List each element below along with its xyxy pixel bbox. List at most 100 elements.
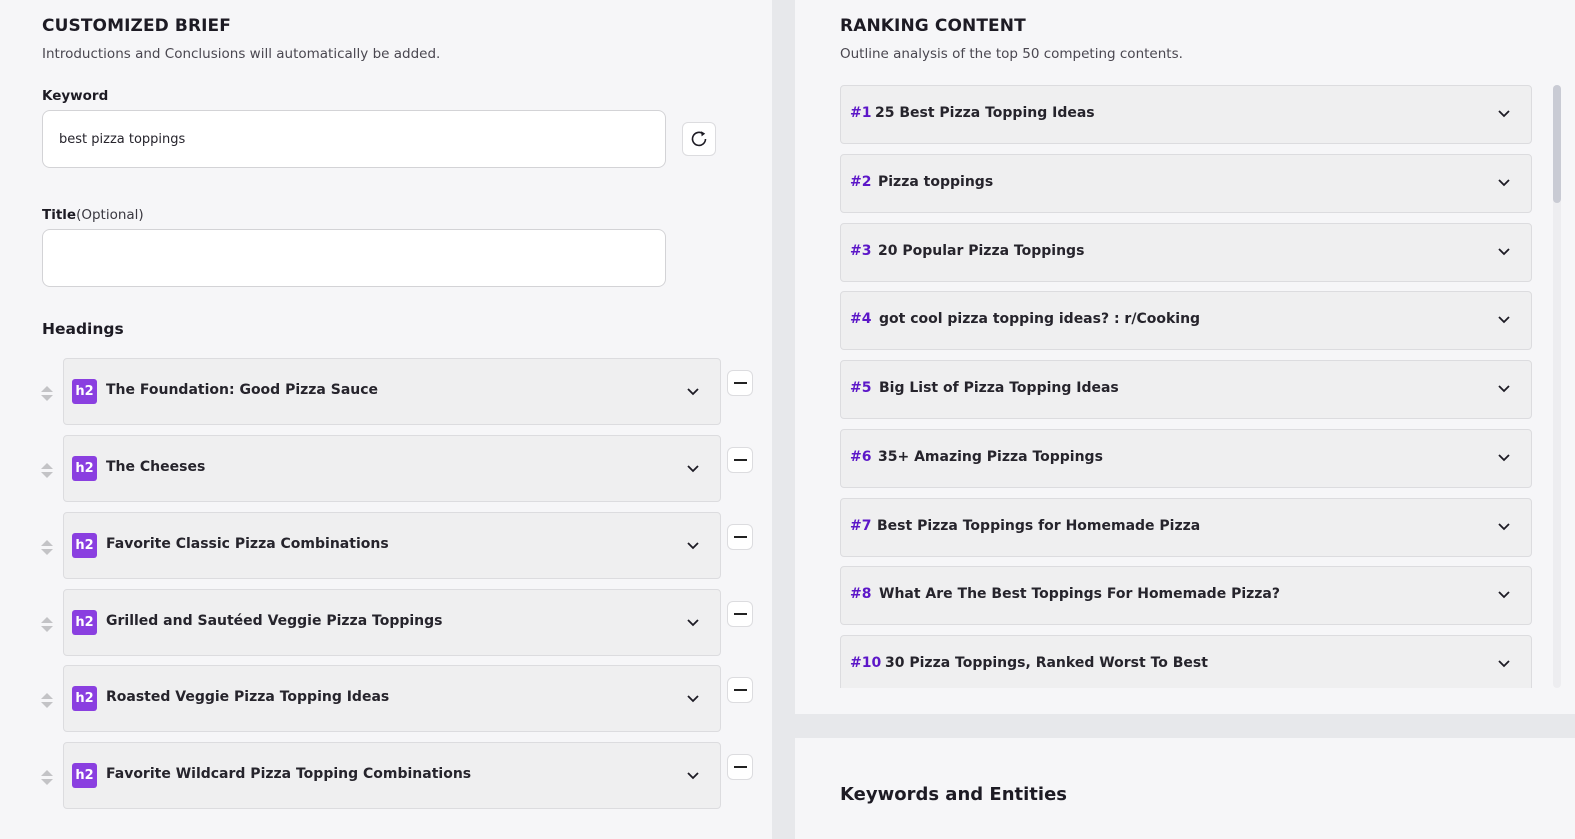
ranking-item[interactable]: #8 What Are The Best Toppings For Homema…	[840, 566, 1532, 625]
chevron-down-icon[interactable]	[686, 541, 700, 551]
remove-heading-button[interactable]	[727, 447, 753, 473]
heading-row: h2 Favorite Classic Pizza Combinations	[0, 512, 772, 579]
title-input[interactable]	[42, 229, 666, 287]
heading-card[interactable]: h2 Roasted Veggie Pizza Topping Ideas	[63, 665, 721, 732]
card-gap	[795, 714, 1575, 738]
rank-title: Best Pizza Toppings for Homemade Pizza	[877, 518, 1201, 534]
refresh-keyword-button[interactable]	[682, 122, 716, 156]
heading-card[interactable]: h2 Grilled and Sautéed Veggie Pizza Topp…	[63, 589, 721, 656]
rank-number: #3	[850, 243, 872, 259]
keywords-entities-title: Keywords and Entities	[840, 784, 1068, 805]
drag-handle-icon[interactable]	[40, 386, 54, 404]
chevron-down-icon[interactable]	[686, 618, 700, 628]
drag-handle-icon[interactable]	[40, 617, 54, 635]
remove-heading-button[interactable]	[727, 524, 753, 550]
heading-row: h2 Roasted Veggie Pizza Topping Ideas	[0, 665, 772, 732]
keyword-input[interactable]	[42, 110, 666, 168]
brief-subtitle: Introductions and Conclusions will autom…	[42, 46, 441, 62]
rank-title: What Are The Best Toppings For Homemade …	[879, 586, 1280, 602]
chevron-down-icon[interactable]	[1497, 659, 1511, 669]
ranking-item[interactable]: #1 25 Best Pizza Topping Ideas	[840, 85, 1532, 144]
chevron-down-icon[interactable]	[1497, 522, 1511, 532]
minus-icon	[733, 766, 747, 768]
rank-title: 30 Pizza Toppings, Ranked Worst To Best	[885, 655, 1208, 671]
drag-handle-icon[interactable]	[40, 770, 54, 788]
heading-row: h2 Grilled and Sautéed Veggie Pizza Topp…	[0, 589, 772, 656]
minus-icon	[733, 536, 747, 538]
chevron-down-icon[interactable]	[1497, 109, 1511, 119]
rank-title: 20 Popular Pizza Toppings	[878, 243, 1085, 259]
ranking-item[interactable]: #5 Big List of Pizza Topping Ideas	[840, 360, 1532, 419]
ranking-item[interactable]: #6 35+ Amazing Pizza Toppings	[840, 429, 1532, 488]
rank-number: #4	[850, 311, 872, 327]
chevron-down-icon[interactable]	[686, 387, 700, 397]
ranking-subtitle: Outline analysis of the top 50 competing…	[840, 46, 1183, 62]
minus-icon	[733, 382, 747, 384]
refresh-icon	[691, 131, 707, 147]
keywords-entities-card: Keywords and Entities	[795, 738, 1575, 839]
drag-handle-icon[interactable]	[40, 463, 54, 481]
heading-card[interactable]: h2 The Foundation: Good Pizza Sauce	[63, 358, 721, 425]
headings-label: Headings	[42, 320, 124, 338]
rank-title: got cool pizza topping ideas? : r/Cookin…	[879, 311, 1201, 327]
chevron-down-icon[interactable]	[686, 771, 700, 781]
app-root: CUSTOMIZED BRIEF Introductions and Concl…	[0, 0, 1575, 839]
rank-number: #10	[850, 655, 882, 671]
title-label-text: Title	[42, 207, 77, 223]
drag-handle-icon[interactable]	[40, 693, 54, 711]
heading-text: Favorite Wildcard Pizza Topping Combinat…	[106, 766, 472, 782]
heading-level-badge: h2	[72, 379, 97, 404]
scrollbar-thumb[interactable]	[1553, 85, 1561, 203]
customized-brief-panel: CUSTOMIZED BRIEF Introductions and Concl…	[0, 0, 772, 839]
minus-icon	[733, 613, 747, 615]
keyword-label: Keyword	[42, 88, 109, 104]
chevron-down-icon[interactable]	[1497, 178, 1511, 188]
heading-level-badge: h2	[72, 610, 97, 635]
heading-row: h2 Favorite Wildcard Pizza Topping Combi…	[0, 742, 772, 809]
heading-card[interactable]: h2 Favorite Wildcard Pizza Topping Combi…	[63, 742, 721, 809]
heading-level-badge: h2	[72, 763, 97, 788]
heading-row: h2 The Foundation: Good Pizza Sauce	[0, 358, 772, 425]
heading-text: The Cheeses	[106, 459, 206, 475]
heading-card[interactable]: h2 Favorite Classic Pizza Combinations	[63, 512, 721, 579]
ranking-title: RANKING CONTENT	[840, 16, 1026, 36]
chevron-down-icon[interactable]	[1497, 247, 1511, 257]
heading-row: h2 The Cheeses	[0, 435, 772, 502]
heading-text: Grilled and Sautéed Veggie Pizza Topping…	[106, 613, 443, 629]
ranking-scrollbar[interactable]	[1553, 85, 1561, 688]
heading-text: Roasted Veggie Pizza Topping Ideas	[106, 689, 390, 705]
ranking-item[interactable]: #2 Pizza toppings	[840, 154, 1532, 213]
heading-text: The Foundation: Good Pizza Sauce	[106, 382, 379, 398]
ranking-list: #1 25 Best Pizza Topping Ideas #2 Pizza …	[840, 85, 1532, 688]
drag-handle-icon[interactable]	[40, 540, 54, 558]
chevron-down-icon[interactable]	[1497, 453, 1511, 463]
heading-card[interactable]: h2 The Cheeses	[63, 435, 721, 502]
heading-text: Favorite Classic Pizza Combinations	[106, 536, 389, 552]
chevron-down-icon[interactable]	[686, 694, 700, 704]
remove-heading-button[interactable]	[727, 370, 753, 396]
chevron-down-icon[interactable]	[686, 464, 700, 474]
heading-level-badge: h2	[72, 533, 97, 558]
minus-icon	[733, 689, 747, 691]
minus-icon	[733, 459, 747, 461]
chevron-down-icon[interactable]	[1497, 384, 1511, 394]
rank-number: #1	[850, 105, 872, 121]
title-label: Title(Optional)	[42, 207, 144, 223]
chevron-down-icon[interactable]	[1497, 590, 1511, 600]
remove-heading-button[interactable]	[727, 754, 753, 780]
rank-number: #5	[850, 380, 872, 396]
heading-level-badge: h2	[72, 456, 97, 481]
ranking-item[interactable]: #4 got cool pizza topping ideas? : r/Coo…	[840, 291, 1532, 350]
rank-number: #6	[850, 449, 872, 465]
rank-title: Pizza toppings	[878, 174, 994, 190]
rank-title: Big List of Pizza Topping Ideas	[879, 380, 1119, 396]
chevron-down-icon[interactable]	[1497, 315, 1511, 325]
rank-number: #2	[850, 174, 872, 190]
remove-heading-button[interactable]	[727, 677, 753, 703]
ranking-item[interactable]: #3 20 Popular Pizza Toppings	[840, 223, 1532, 282]
ranking-item[interactable]: #10 30 Pizza Toppings, Ranked Worst To B…	[840, 635, 1532, 688]
rank-number: #8	[850, 586, 872, 602]
ranking-content-card: RANKING CONTENT Outline analysis of the …	[795, 0, 1575, 714]
ranking-item[interactable]: #7 Best Pizza Toppings for Homemade Pizz…	[840, 498, 1532, 557]
remove-heading-button[interactable]	[727, 601, 753, 627]
